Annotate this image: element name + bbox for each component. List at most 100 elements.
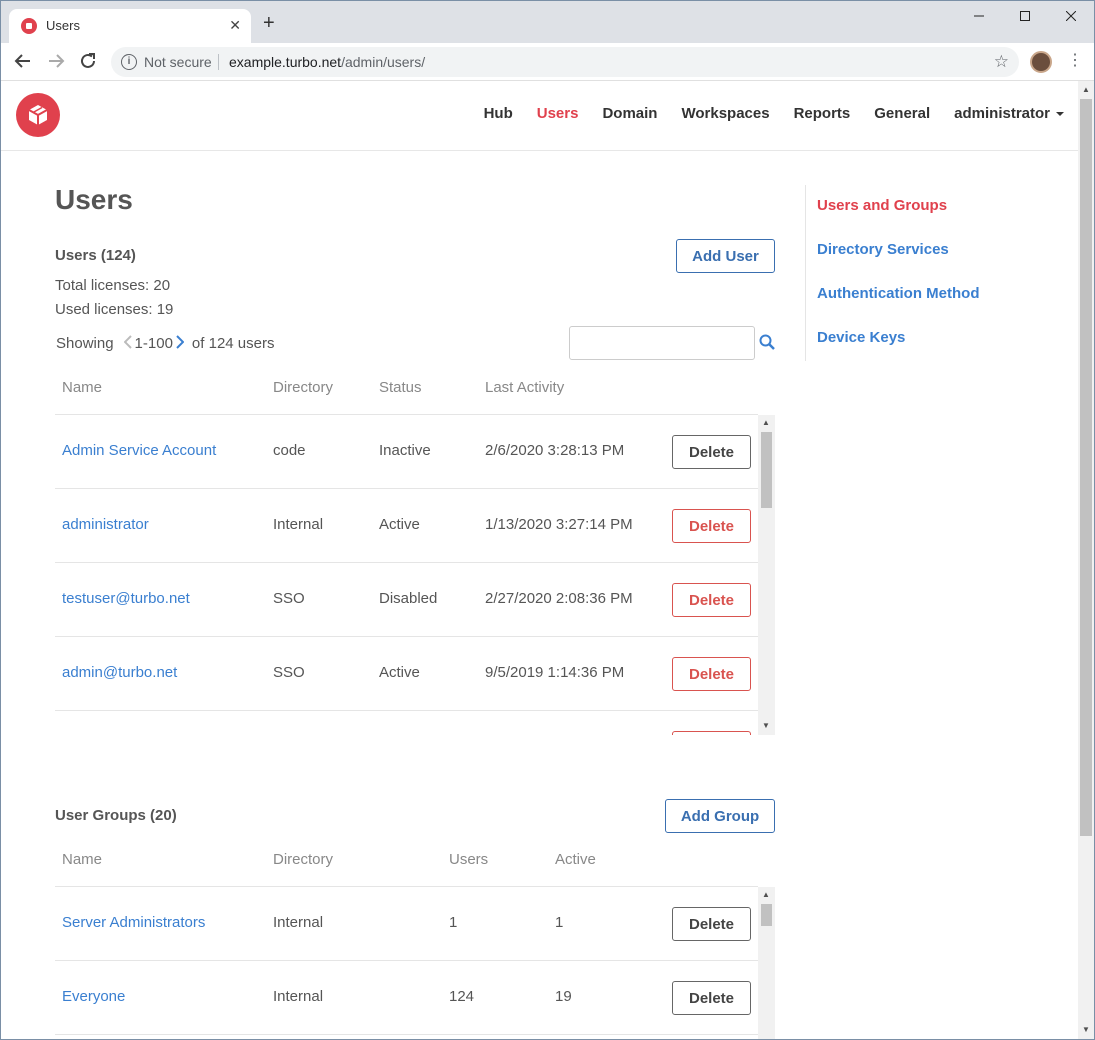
address-bar[interactable]: i Not secure example.turbo.net/admin/use… [111, 47, 1019, 77]
user-status: Active [379, 516, 420, 533]
delete-user-button-partial[interactable] [672, 731, 751, 735]
row-divider [55, 636, 758, 637]
user-status: Active [379, 664, 420, 681]
row-divider [55, 488, 758, 489]
user-last-activity: 2/27/2020 2:08:36 PM [485, 590, 633, 607]
profile-avatar[interactable] [1030, 51, 1052, 73]
nav-workspaces[interactable]: Workspaces [681, 105, 769, 122]
add-user-button[interactable]: Add User [676, 239, 775, 273]
row-divider [55, 960, 758, 961]
forward-arrow-icon[interactable] [46, 52, 66, 72]
tab-strip: Users ✕ + [1, 1, 1094, 43]
scroll-up-icon[interactable]: ▲ [762, 890, 770, 899]
sidenav-directory-services[interactable]: Directory Services [817, 241, 949, 258]
sidenav-authentication-method[interactable]: Authentication Method [817, 285, 979, 302]
user-directory: code [273, 442, 306, 459]
user-count-label: of 124 users [191, 335, 275, 352]
group-name-link[interactable]: Everyone [62, 988, 125, 1005]
col-header-status[interactable]: Status [379, 379, 422, 396]
page-scrollbar[interactable]: ▲ ▼ [1078, 81, 1094, 1039]
new-tab-button[interactable]: + [263, 13, 275, 33]
delete-group-button[interactable]: Delete [672, 907, 751, 941]
scroll-down-icon[interactable]: ▼ [1082, 1025, 1090, 1034]
browser-window: Users ✕ + i Not secure example.turbo.net… [0, 0, 1095, 1040]
sidenav-users-and-groups[interactable]: Users and Groups [817, 197, 947, 214]
scroll-up-icon[interactable]: ▲ [762, 418, 770, 427]
delete-user-button[interactable]: Delete [672, 657, 751, 691]
groups-table-scrollbar[interactable]: ▲ [758, 887, 775, 1039]
scroll-down-icon[interactable]: ▼ [762, 721, 770, 730]
turbo-logo-icon[interactable] [16, 93, 60, 137]
user-menu[interactable]: administrator [954, 105, 1064, 122]
delete-user-button[interactable]: Delete [672, 583, 751, 617]
sidenav-device-keys[interactable]: Device Keys [817, 329, 905, 346]
col-header-active[interactable]: Active [555, 851, 596, 868]
users-scroll-thumb[interactable] [761, 432, 772, 508]
col-header-directory[interactable]: Directory [273, 379, 333, 396]
user-menu-label: administrator [954, 105, 1050, 122]
user-directory: SSO [273, 664, 305, 681]
row-divider [55, 710, 758, 711]
table-divider [55, 414, 758, 415]
col-header-last-activity[interactable]: Last Activity [485, 379, 564, 396]
turbo-favicon-icon [21, 18, 37, 34]
user-last-activity: 2/6/2020 3:28:13 PM [485, 442, 625, 459]
groups-scroll-thumb[interactable] [761, 904, 772, 926]
col-header-name[interactable]: Name [62, 379, 102, 396]
groups-section-title: User Groups (20) [55, 807, 177, 824]
user-name-link[interactable]: administrator [62, 516, 149, 533]
user-last-activity: 9/5/2019 1:14:36 PM [485, 664, 625, 681]
window-close-icon[interactable] [1048, 1, 1094, 31]
user-status: Inactive [379, 442, 431, 459]
url-path: /admin/users/ [341, 54, 426, 70]
user-search-input[interactable] [569, 326, 755, 360]
scroll-up-icon[interactable]: ▲ [1082, 85, 1090, 94]
pagination: Showing 1-100 of 124 users [56, 333, 274, 354]
maximize-icon[interactable] [1002, 1, 1048, 31]
nav-domain[interactable]: Domain [602, 105, 657, 122]
bookmark-star-icon[interactable]: ☆ [994, 52, 1009, 72]
nav-hub[interactable]: Hub [484, 105, 513, 122]
add-group-button[interactable]: Add Group [665, 799, 775, 833]
prev-page-icon[interactable] [123, 333, 132, 354]
minimize-icon[interactable] [956, 1, 1002, 31]
delete-user-button[interactable]: Delete [672, 435, 751, 469]
tab-close-icon[interactable]: ✕ [229, 16, 241, 34]
user-name-link[interactable]: testuser@turbo.net [62, 590, 190, 607]
nav-users[interactable]: Users [537, 105, 579, 122]
group-users: 1 [449, 914, 458, 931]
browser-menu-icon[interactable]: ⋮ [1067, 51, 1083, 71]
back-arrow-icon[interactable] [13, 52, 33, 72]
user-status: Disabled [379, 590, 438, 607]
row-divider [55, 562, 758, 563]
delete-user-button[interactable]: Delete [672, 509, 751, 543]
browser-toolbar: i Not secure example.turbo.net/admin/use… [1, 43, 1094, 81]
next-page-icon[interactable] [176, 333, 185, 354]
col-header-name[interactable]: Name [62, 851, 102, 868]
url-text: example.turbo.net/admin/users/ [229, 54, 425, 70]
window-controls [956, 1, 1094, 31]
nav-general[interactable]: General [874, 105, 930, 122]
total-licenses: Total licenses: 20 [55, 277, 171, 294]
users-table-scrollbar[interactable]: ▲ ▼ [758, 415, 775, 735]
col-header-users[interactable]: Users [449, 851, 488, 868]
group-directory: Internal [273, 914, 324, 931]
group-name-link[interactable]: Server Administrators [62, 914, 205, 931]
user-name-link[interactable]: admin@turbo.net [62, 664, 177, 681]
showing-label: Showing [56, 335, 114, 352]
user-name-link[interactable]: Admin Service Account [62, 442, 216, 459]
col-header-directory[interactable]: Directory [273, 851, 333, 868]
group-directory: Internal [273, 988, 324, 1005]
user-directory: Internal [273, 516, 324, 533]
group-active: 19 [555, 988, 572, 1005]
reload-icon[interactable] [78, 52, 98, 72]
page-scroll-thumb[interactable] [1080, 99, 1092, 836]
omnibox-divider [218, 54, 219, 70]
delete-group-button[interactable]: Delete [672, 981, 751, 1015]
nav-reports[interactable]: Reports [794, 105, 851, 122]
browser-tab[interactable]: Users ✕ [9, 9, 251, 43]
info-icon[interactable]: i [121, 54, 137, 70]
app-header: Hub Users Domain Workspaces Reports Gene… [1, 81, 1078, 151]
search-icon[interactable] [759, 334, 775, 350]
group-active: 1 [555, 914, 564, 931]
